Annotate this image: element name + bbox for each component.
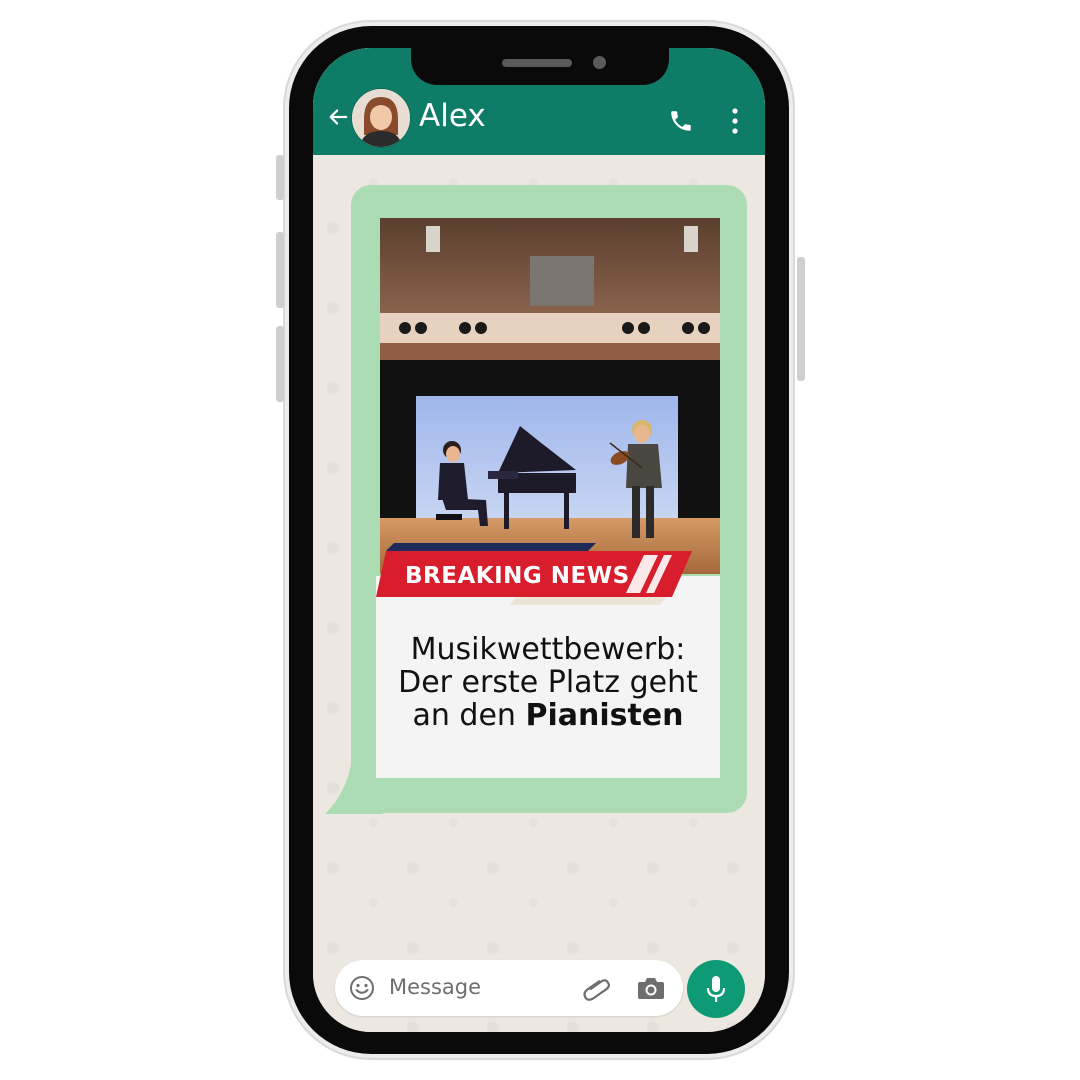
mute-switch [276,155,284,200]
headline-line-3: an den Pianisten [376,699,720,732]
headline-highlight: Pianisten [525,698,684,733]
front-camera [593,56,606,69]
volume-down-button [276,326,284,402]
phone-notch [411,40,669,85]
avatar[interactable] [351,88,411,148]
news-headline: Musikwettbewerb: Der erste Platz geht an… [376,633,720,732]
headline-line-3-prefix: an den [412,698,526,733]
news-image[interactable] [380,218,720,574]
microphone-icon [706,976,726,1002]
contact-name[interactable]: Alex [419,98,486,134]
power-button [797,257,805,381]
volume-up-button [276,232,284,308]
kebab-menu-icon[interactable] [731,108,739,134]
emoji-icon[interactable] [349,975,375,1001]
message-composer[interactable]: Message [335,960,683,1016]
arrow-left-icon[interactable] [327,106,349,128]
earpiece-speaker [502,59,572,67]
voice-message-button[interactable] [687,960,745,1018]
camera-icon[interactable] [637,976,665,1000]
phone-screen: Alex BREAKING NEWS Musikwettbewerb: Der … [313,48,765,1032]
headline-line-2: Der erste Platz geht [398,665,698,700]
phone-icon[interactable] [668,108,694,134]
paperclip-icon[interactable] [583,974,611,1002]
message-input[interactable]: Message [389,975,481,999]
headline-line-1: Musikwettbewerb: [410,632,686,667]
breaking-news-label: BREAKING NEWS [405,563,630,589]
